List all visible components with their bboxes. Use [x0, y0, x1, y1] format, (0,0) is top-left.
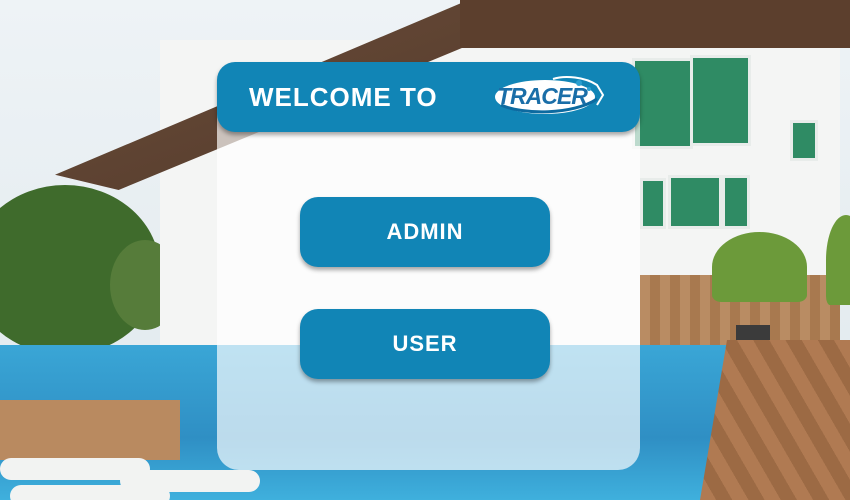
pool-lounger	[10, 485, 170, 500]
window	[790, 120, 818, 161]
house-eave	[460, 0, 850, 48]
palm-plant	[712, 232, 807, 302]
window	[632, 58, 693, 149]
window	[722, 175, 750, 229]
welcome-header: WELCOME TO TRACER	[217, 62, 640, 132]
window	[690, 55, 751, 146]
admin-button[interactable]: ADMIN	[300, 197, 550, 267]
logo-text: TRACER	[497, 83, 588, 109]
user-button[interactable]: USER	[300, 309, 550, 379]
page-title: WELCOME TO	[249, 81, 438, 112]
window	[640, 178, 666, 229]
window	[668, 175, 722, 229]
tracer-logo-icon: TRACER	[493, 75, 611, 119]
pool-deck	[0, 400, 180, 460]
